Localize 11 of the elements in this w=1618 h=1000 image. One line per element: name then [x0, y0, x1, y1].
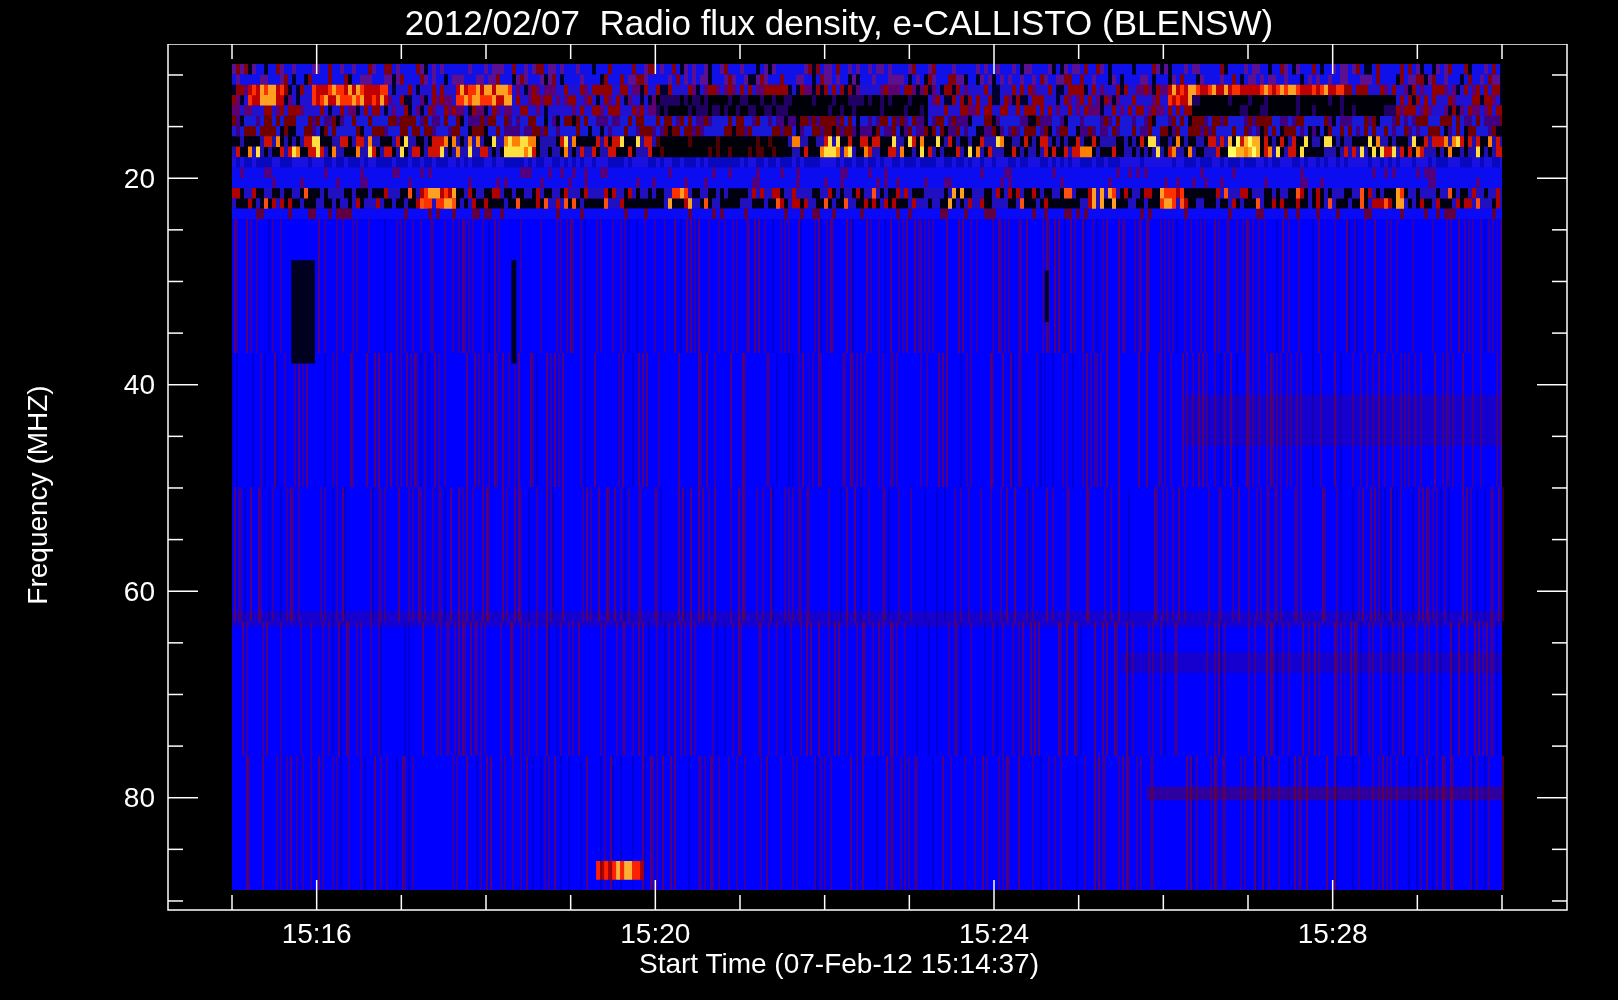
- axis-title: Start Time (07-Feb-12 15:14:37): [639, 950, 1039, 978]
- axis-tick-label: 60: [123, 575, 155, 607]
- axis-tick-label: 15:28: [1297, 918, 1368, 946]
- axis-tick-label: 15:20: [620, 918, 691, 946]
- chart-title: 2012/02/07 Radio flux density, e-CALLISTO (BLENSW): [404, 4, 1274, 40]
- axis-tick-label: 40: [123, 369, 155, 401]
- axis-tick-label: 15:16: [281, 918, 352, 946]
- axis-tick-label: 80: [123, 782, 155, 814]
- axis-title: Frequency (MHZ): [24, 385, 52, 605]
- axis-tick-label: 20: [123, 162, 155, 194]
- axis-tick-label: 15:24: [958, 918, 1030, 946]
